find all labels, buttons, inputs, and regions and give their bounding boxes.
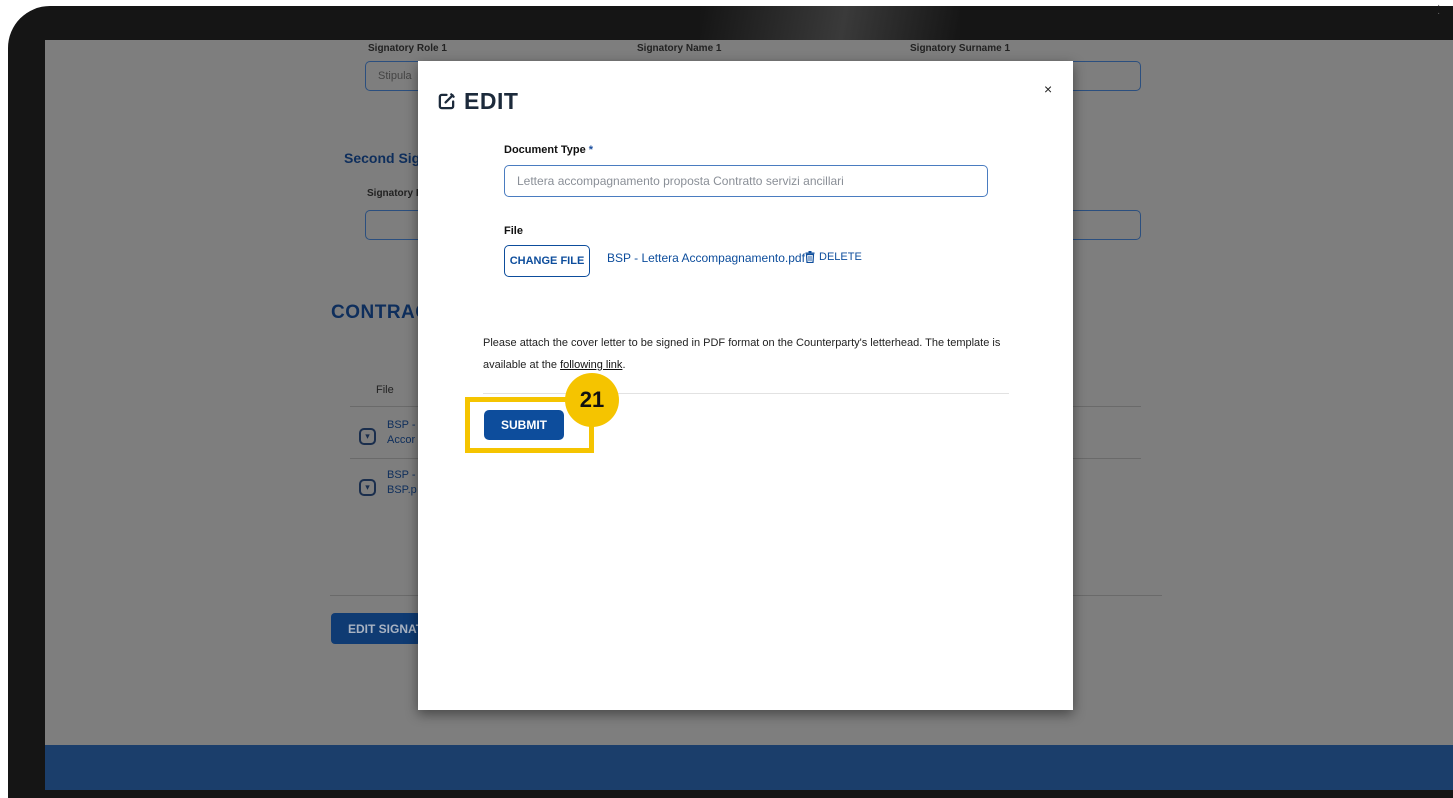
table-row: BSP - BSP.p [387,468,417,498]
document-type-label: Document Type * [504,144,593,156]
signatory-role-1-input[interactable]: Stipula [365,61,420,91]
signatory-surname-2-input[interactable] [1070,210,1141,240]
signatory-role-1-label: Signatory Role 1 [368,43,447,54]
following-link[interactable]: following link [560,359,622,371]
edit-modal: EDIT × Document Type * File CHANGE FILE … [418,61,1073,710]
footer-bar [45,745,1453,790]
section-divider [1070,595,1162,596]
trash-icon [805,251,815,263]
edit-icon [438,93,455,110]
file-label: File [504,225,523,237]
row-file-line1: BSP - [387,469,416,481]
required-marker: * [588,144,594,156]
signatory-surname-1-label: Signatory Surname 1 [910,43,1011,54]
expand-chevron-icon[interactable]: ▾ [359,428,376,445]
row-file-line1: BSP - [387,419,416,431]
signatory-role-2-label: Signatory R [367,188,424,199]
table-divider [350,406,420,407]
close-icon[interactable]: × [1044,81,1052,97]
change-file-button[interactable]: CHANGE FILE [504,245,590,277]
second-signatory-heading: Second Sig [344,150,421,166]
help-text: Please attach the cover letter to be sig… [483,332,1013,376]
modal-title: EDIT [437,88,518,115]
file-name-link[interactable]: BSP - Lettera Accompagnamento.pdf [607,251,805,265]
delete-file-button[interactable]: DELETE [805,251,862,263]
document-type-label-text: Document Type [504,144,586,156]
table-divider [1070,458,1141,459]
section-divider [330,595,420,596]
table-divider [350,458,420,459]
delete-label: DELETE [819,251,862,263]
signatory-surname-1-input[interactable] [1070,61,1141,91]
row-file-line2: Accor [387,434,416,446]
file-column-header: File [376,384,394,396]
signatory-role-1-value: Stipula [378,70,412,82]
modal-divider [483,393,1009,394]
document-type-input[interactable] [504,165,988,197]
frame-glare [700,6,960,40]
table-row: BSP - Accor [387,418,416,448]
row-file-line2: BSP.p [387,484,417,496]
step-number-badge: 21 [565,373,619,427]
help-text-suffix: . [622,359,626,371]
expand-chevron-icon[interactable]: ▾ [359,479,376,496]
edit-signatories-button[interactable]: EDIT SIGNAT [331,613,421,644]
table-divider [1070,406,1141,407]
modal-title-text: EDIT [464,88,519,114]
signatory-role-2-input[interactable] [365,210,420,240]
corner-dots: · · [1437,0,1441,19]
signatory-name-1-label: Signatory Name 1 [637,43,722,54]
